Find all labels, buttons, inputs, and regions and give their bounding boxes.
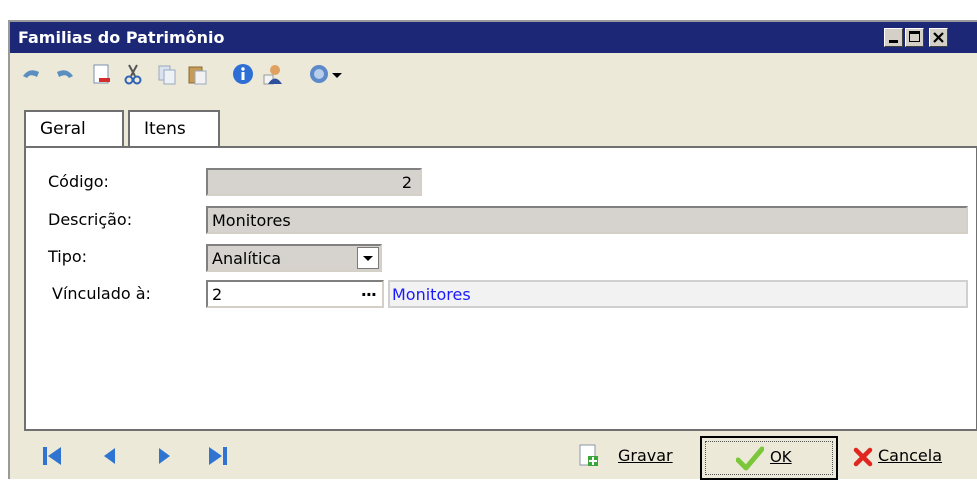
tipo-value: Analítica — [212, 249, 282, 268]
cancel-x-icon — [853, 447, 873, 467]
vinculado-input[interactable]: 2 ··· — [206, 280, 384, 308]
copy-icon[interactable] — [156, 63, 178, 85]
undo-icon[interactable] — [20, 63, 42, 85]
redo-icon[interactable] — [54, 63, 76, 85]
vinculado-lookup-button[interactable]: ··· — [361, 285, 377, 304]
tab-geral[interactable]: Geral — [24, 110, 124, 148]
window: Familias do Patrimônio Geral Itens Códig… — [8, 20, 977, 481]
vinculado-description-field: Monitores — [388, 280, 968, 308]
codigo-value: 2 — [401, 173, 412, 192]
descricao-label: Descrição: — [48, 210, 133, 229]
geral-panel: Código: 2 Descrição: Monitores Tipo: Ana… — [24, 146, 977, 431]
dropdown-arrow-icon[interactable] — [330, 63, 344, 85]
tab-geral-label: Geral — [40, 119, 86, 139]
info-icon[interactable] — [232, 63, 254, 85]
descricao-value: Monitores — [212, 211, 291, 230]
minimize-icon — [889, 40, 898, 43]
close-button[interactable] — [929, 28, 948, 47]
tab-itens-label: Itens — [144, 119, 186, 139]
tab-strip: Geral Itens — [24, 106, 974, 148]
ok-button[interactable]: OK — [700, 436, 838, 480]
ok-label: OK — [770, 448, 792, 466]
save-label: Gravar — [618, 446, 673, 465]
close-icon — [933, 32, 944, 43]
toolbar — [10, 53, 977, 93]
descricao-field: Monitores — [206, 206, 968, 234]
tipo-label: Tipo: — [48, 247, 88, 266]
maximize-button[interactable] — [905, 28, 924, 47]
codigo-field: 2 — [206, 168, 422, 196]
cut-icon[interactable] — [122, 63, 144, 85]
bottom-bar: Gravar OK Cancela — [10, 432, 977, 481]
save-icon — [579, 444, 598, 466]
next-record-icon[interactable] — [152, 444, 176, 468]
help-icon[interactable] — [308, 63, 330, 85]
paste-icon[interactable] — [186, 63, 208, 85]
last-record-icon[interactable] — [206, 444, 230, 468]
maximize-icon — [909, 31, 920, 42]
chevron-down-icon — [363, 256, 373, 261]
tipo-dropdown-button[interactable] — [357, 247, 379, 269]
tipo-select[interactable]: Analítica — [206, 244, 382, 272]
title-bar: Familias do Patrimônio — [10, 22, 977, 53]
vinculado-label: Vínculado à: — [52, 284, 151, 303]
window-title: Familias do Patrimônio — [18, 28, 225, 47]
checkmark-icon — [736, 446, 764, 471]
previous-record-icon[interactable] — [98, 444, 122, 468]
minimize-button[interactable] — [884, 28, 903, 47]
vinculado-value: 2 — [212, 285, 223, 304]
user-icon[interactable] — [262, 63, 284, 85]
first-record-icon[interactable] — [40, 444, 64, 468]
new-document-icon[interactable] — [90, 63, 112, 85]
vinculado-description: Monitores — [392, 285, 471, 304]
codigo-label: Código: — [48, 172, 109, 191]
tab-itens[interactable]: Itens — [128, 110, 220, 148]
cancel-label: Cancela — [878, 446, 943, 465]
